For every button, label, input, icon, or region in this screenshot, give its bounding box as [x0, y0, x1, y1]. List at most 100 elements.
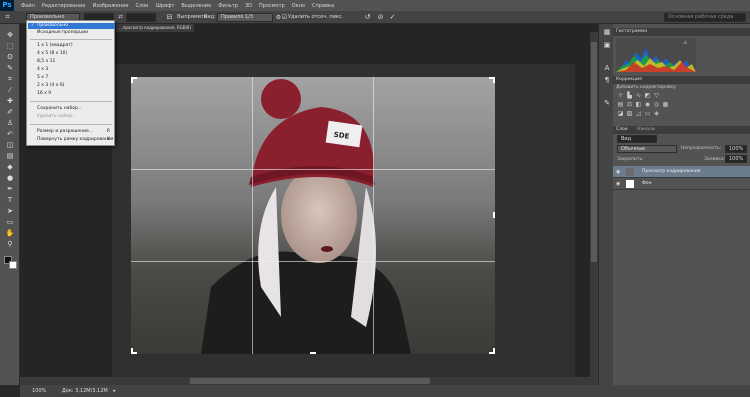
blend-mode-select[interactable]: Обычные — [617, 145, 677, 153]
crop-tool-icon[interactable]: ⌗ — [4, 75, 16, 84]
properties-icon[interactable]: ▣ — [601, 41, 613, 50]
menu-select[interactable]: Выделение — [181, 3, 211, 9]
crop-tool-icon[interactable]: ⌗ — [3, 13, 12, 22]
black-white-icon[interactable]: ◧ — [635, 101, 642, 108]
invert-icon[interactable]: ◪ — [617, 110, 624, 117]
document-tab[interactable]: ...просмотр кадрирования, RGB/8) — [116, 24, 195, 32]
pen-tool-icon[interactable]: ✒ — [4, 185, 16, 194]
dropdown-item[interactable]: ✓ Произвольно — [28, 23, 115, 29]
move-tool-icon[interactable]: ✥ — [4, 31, 16, 40]
hue-saturation-icon[interactable]: ▤ — [617, 101, 624, 108]
crop-handle-bottom-right[interactable] — [493, 348, 495, 354]
chevron-right-icon[interactable]: ▸ — [113, 388, 116, 394]
quick-select-tool-icon[interactable]: ✎ — [4, 64, 16, 73]
dropdown-item[interactable]: Исходные пропорции — [37, 30, 88, 36]
crop-handle-top-right[interactable] — [493, 77, 495, 83]
shape-tool-icon[interactable]: ▭ — [4, 218, 16, 227]
stamp-tool-icon[interactable]: ♙ — [4, 119, 16, 128]
layer-name[interactable]: Просмотр кадрирования — [642, 166, 701, 178]
channel-mixer-icon[interactable]: ◎ — [653, 101, 660, 108]
straighten-label[interactable]: Выпрямить — [177, 13, 207, 22]
brightness-icon[interactable]: ☼ — [617, 92, 624, 99]
dropdown-item[interactable]: 8,5 x 11 — [37, 59, 55, 65]
healing-tool-icon[interactable]: ✚ — [4, 97, 16, 106]
history-icon[interactable]: ▦ — [601, 28, 613, 37]
eraser-tool-icon[interactable]: ◫ — [4, 141, 16, 150]
layer-name[interactable]: Фон — [642, 178, 652, 190]
dropdown-item[interactable]: 1 x 1 (квадрат) — [37, 43, 73, 49]
dropdown-item[interactable]: Повернуть рамку кадрирования — [37, 137, 114, 143]
menu-window[interactable]: Окно — [292, 3, 305, 9]
layer-row[interactable]: ◉ Фон — [613, 178, 750, 190]
height-field[interactable] — [126, 13, 156, 22]
tab-layers[interactable]: Слои — [616, 127, 628, 132]
selective-color-icon[interactable]: ◈ — [653, 110, 660, 117]
eyedropper-tool-icon[interactable]: ⁄ — [4, 86, 16, 95]
background-color-swatch[interactable] — [9, 261, 17, 269]
photo-filter-icon[interactable]: ◉ — [644, 101, 651, 108]
dropdown-item[interactable]: 4 x 5 (8 x 10) — [37, 51, 67, 57]
levels-icon[interactable]: ▙ — [626, 92, 633, 99]
gradient-tool-icon[interactable]: ▤ — [4, 152, 16, 161]
vertical-scrollbar[interactable] — [590, 32, 598, 377]
posterize-icon[interactable]: ▧ — [626, 110, 633, 117]
zoom-tool-icon[interactable]: ⚲ — [4, 240, 16, 249]
histogram-panel-title[interactable]: Гистограмма — [613, 28, 750, 36]
eye-icon[interactable]: ◉ — [616, 181, 622, 187]
crop-preview-photo[interactable]: SDE — [131, 77, 495, 354]
menu-edit[interactable]: Редактирование — [42, 3, 86, 9]
overlay-select[interactable]: Правило 1/3 — [217, 13, 273, 22]
crop-handle-right[interactable] — [493, 212, 495, 218]
menu-help[interactable]: Справка — [312, 3, 334, 9]
brush-tool-icon[interactable]: ✐ — [4, 108, 16, 117]
threshold-icon[interactable]: ◿ — [635, 110, 642, 117]
menu-view[interactable]: Просмотр — [259, 3, 285, 9]
paragraph-icon[interactable]: ¶ — [601, 76, 613, 85]
menu-file[interactable]: Файл — [21, 3, 35, 9]
warning-icon[interactable]: ⚠ — [683, 40, 687, 46]
exposure-icon[interactable]: ◩ — [644, 92, 651, 99]
horizontal-scrollbar[interactable] — [20, 377, 598, 385]
path-select-tool-icon[interactable]: ➤ — [4, 207, 16, 216]
straighten-icon[interactable]: ⊟ — [165, 13, 174, 22]
scroll-thumb[interactable] — [591, 42, 597, 262]
corrections-panel-title[interactable]: Коррекция — [613, 76, 750, 84]
dropdown-item[interactable]: 5 x 7 — [37, 75, 48, 81]
reset-icon[interactable]: ↺ — [363, 13, 372, 22]
eye-icon[interactable]: ◉ — [616, 169, 622, 175]
opacity-field[interactable]: 100% — [725, 145, 747, 153]
workspace-select[interactable]: Основная рабочая среда — [664, 13, 746, 22]
curves-icon[interactable]: ∿ — [635, 92, 642, 99]
commit-check-icon[interactable]: ✓ — [388, 13, 397, 22]
layer-row[interactable]: ◉ Просмотр кадрирования — [613, 166, 750, 178]
dropdown-item[interactable]: 4 x 3 — [37, 67, 48, 73]
fill-field[interactable]: 100% — [725, 155, 747, 163]
brush-presets-icon[interactable]: ✎ — [601, 99, 613, 108]
zoom-level[interactable]: 100% — [32, 388, 46, 394]
crop-handle-bottom[interactable] — [310, 352, 316, 354]
layer-filter-select[interactable]: Вид — [617, 135, 657, 143]
swap-icon[interactable]: ⇄ — [116, 13, 125, 22]
history-brush-icon[interactable]: ↶ — [4, 130, 16, 139]
character-icon[interactable]: A — [601, 64, 613, 73]
menu-layers[interactable]: Слои — [135, 3, 148, 9]
dodge-tool-icon[interactable]: ● — [4, 174, 16, 183]
color-balance-icon[interactable]: ⚖ — [626, 101, 633, 108]
vibrance-icon[interactable]: ▽ — [653, 92, 660, 99]
menu-3d[interactable]: 3D — [245, 3, 252, 9]
menu-type[interactable]: Шрифт — [155, 3, 174, 9]
dropdown-item[interactable]: Размер и разрешение... — [37, 129, 93, 135]
scroll-thumb[interactable] — [190, 378, 430, 384]
dropdown-item[interactable]: 16 x 9 — [37, 91, 51, 97]
hand-tool-icon[interactable]: ✋ — [4, 229, 16, 238]
cancel-icon[interactable]: ⊘ — [376, 13, 385, 22]
blur-tool-icon[interactable]: ◆ — [4, 163, 16, 172]
gradient-map-icon[interactable]: ▭ — [644, 110, 651, 117]
dropdown-item[interactable]: 2 x 3 (4 x 6) — [37, 83, 64, 89]
crop-handle-bottom-left[interactable] — [131, 348, 133, 354]
marquee-tool-icon[interactable]: ⬚ — [4, 42, 16, 51]
dropdown-item[interactable]: Сохранить набор... — [37, 106, 82, 112]
type-tool-icon[interactable]: T — [4, 196, 16, 205]
menu-filter[interactable]: Фильтр — [218, 3, 238, 9]
tab-channels[interactable]: Каналы — [637, 127, 655, 132]
